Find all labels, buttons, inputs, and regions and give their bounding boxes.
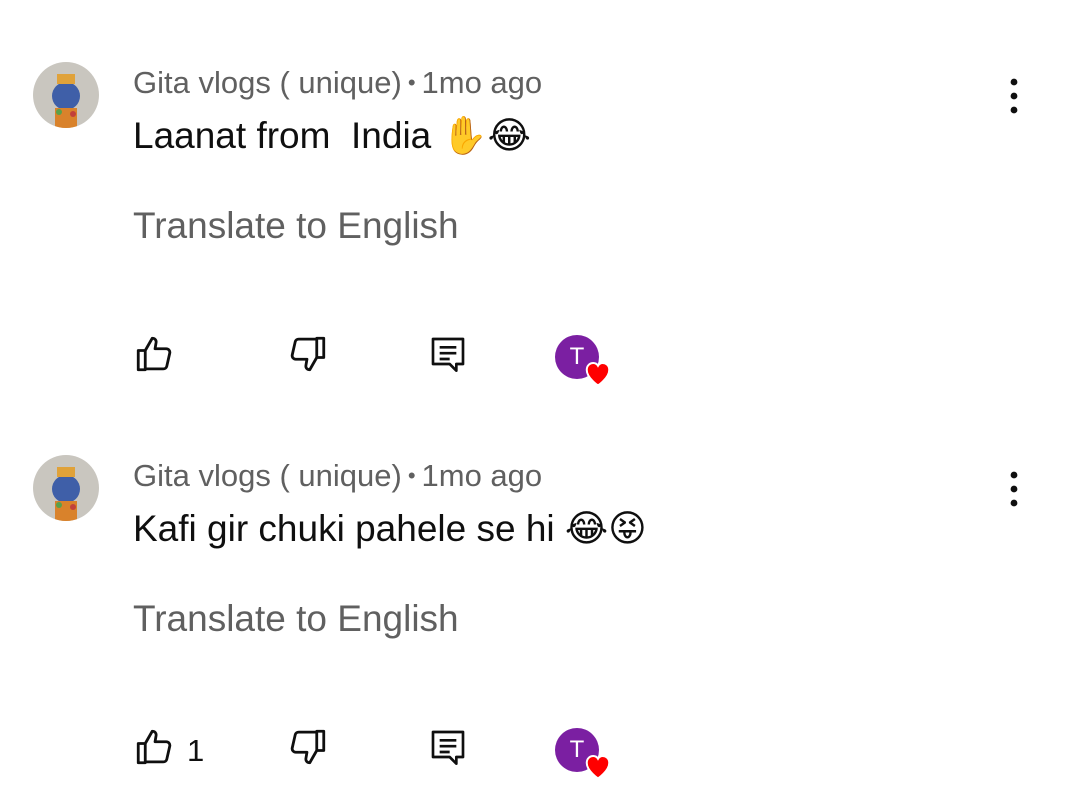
comment-body: Laanat from India — [133, 115, 432, 156]
thumbs-up-icon — [136, 729, 172, 765]
author-name[interactable]: Gita vlogs ( unique) — [133, 458, 402, 493]
dislike-button[interactable] — [287, 333, 329, 380]
more-vert-icon[interactable] — [996, 469, 1032, 509]
comment-meta: Gita vlogs ( unique) • 1mo ago — [133, 457, 542, 495]
more-vert-icon[interactable] — [996, 76, 1032, 116]
reply-button[interactable] — [428, 333, 468, 380]
comment-meta: Gita vlogs ( unique) • 1mo ago — [133, 64, 542, 102]
thumbs-up-icon — [136, 336, 172, 372]
comment-text: Laanat from India ✋😂 — [133, 113, 531, 159]
comment-text: Kafi gir chuki pahele se hi 😂😝 — [133, 506, 647, 552]
heart-icon — [585, 754, 611, 780]
translate-link[interactable]: Translate to English — [133, 596, 459, 642]
comment-body: Kafi gir chuki pahele se hi — [133, 508, 555, 549]
comment-emojis: 😂😝 — [564, 507, 647, 550]
author-name[interactable]: Gita vlogs ( unique) — [133, 65, 402, 100]
comment-time: 1mo ago — [421, 65, 543, 100]
comment-thread: Gita vlogs ( unique) • 1mo ago Kafi gir ch… — [0, 393, 1080, 786]
like-count: 1 — [187, 733, 205, 768]
comment-actions: T — [0, 333, 1080, 389]
translate-link[interactable]: Translate to English — [133, 203, 459, 249]
reply-button[interactable] — [428, 726, 468, 773]
separator-dot: • — [407, 463, 416, 488]
creator-heart: T — [555, 335, 615, 391]
comment-actions: 1 T — [0, 726, 1080, 782]
comment-thread: Gita vlogs ( unique) • 1mo ago Laanat from… — [0, 0, 1080, 393]
dislike-button[interactable] — [287, 726, 329, 773]
comment-time: 1mo ago — [421, 458, 543, 493]
separator-dot: • — [407, 70, 416, 95]
like-button[interactable] — [133, 333, 175, 380]
heart-icon — [585, 361, 611, 387]
like-button[interactable] — [133, 726, 175, 773]
comment-emojis: ✋😂 — [441, 114, 531, 157]
avatar[interactable] — [33, 62, 99, 128]
thumbs-down-icon — [290, 729, 326, 765]
comment-icon — [431, 337, 465, 372]
thumbs-down-icon — [290, 336, 326, 372]
creator-heart: T — [555, 728, 615, 784]
avatar[interactable] — [33, 455, 99, 521]
comment-icon — [431, 730, 465, 765]
